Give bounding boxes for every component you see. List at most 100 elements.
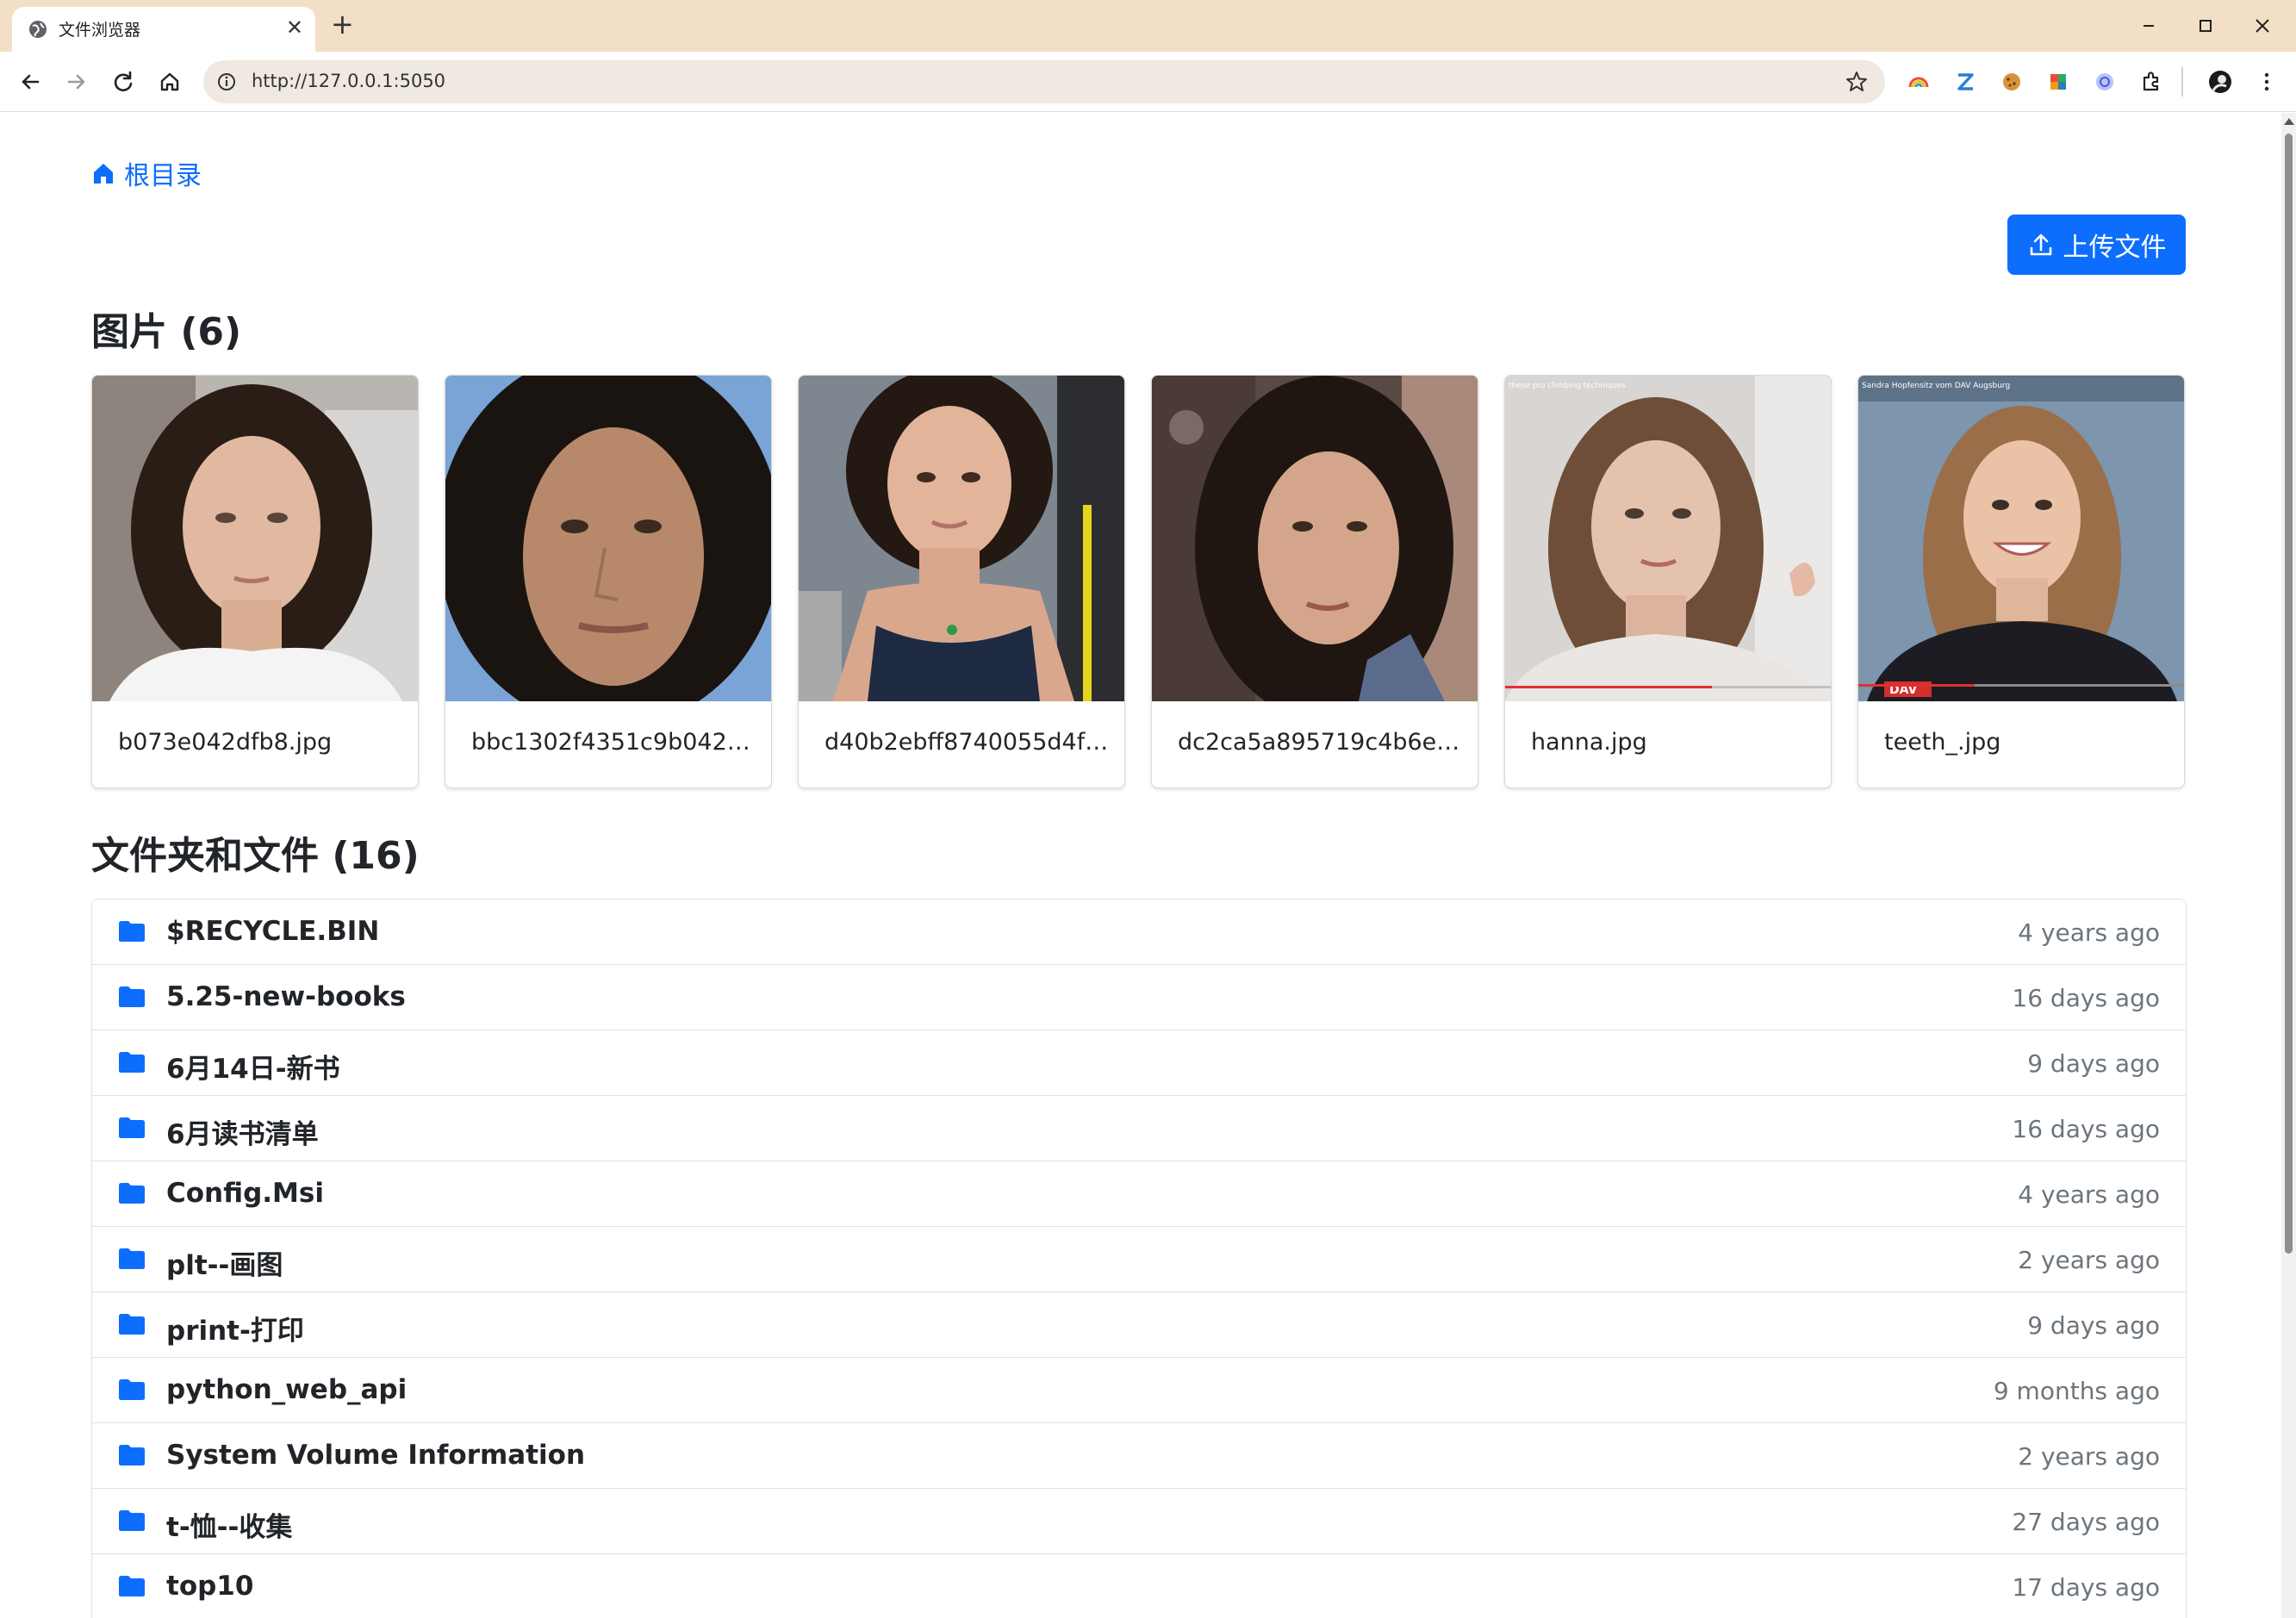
list-item[interactable]: 6月14日-新书 9 days ago — [92, 1030, 2186, 1096]
folder-name[interactable]: plt--画图 — [166, 1243, 283, 1282]
list-item[interactable]: top10 17 days ago — [92, 1554, 2186, 1618]
image-filename[interactable]: hanna.jpg — [1531, 729, 1815, 756]
folder-name[interactable]: python_web_api — [166, 1374, 407, 1405]
list-item[interactable]: 5.25-new-books 16 days ago — [92, 965, 2186, 1030]
upload-button[interactable]: 上传文件 — [2007, 215, 2186, 275]
modified-time: 4 years ago — [2018, 918, 2160, 947]
page-content: 根目录 上传文件 图片 (6) b073e042dfb8.jpg bbc1302… — [0, 113, 2281, 1618]
image-card[interactable]: DAV Sandra Hopfensitz vom DAV Augsburg t… — [1857, 375, 2185, 788]
video-overlay-text: these pro climbing techniques — [1509, 382, 1627, 390]
folder-icon — [119, 1117, 145, 1138]
video-overlay-text: Sandra Hopfensitz vom DAV Augsburg — [1862, 382, 2010, 390]
zotero-extension-icon[interactable] — [1951, 67, 1980, 96]
list-item[interactable]: plt--画图 2 years ago — [92, 1227, 2186, 1292]
color-grid-extension-icon[interactable] — [2044, 67, 2073, 96]
folder-name[interactable]: t-恤--收集 — [166, 1505, 292, 1544]
upload-button-label: 上传文件 — [2063, 233, 2167, 263]
toolbar-divider — [2181, 67, 2183, 96]
folder-icon — [119, 986, 145, 1007]
folder-name[interactable]: 6月14日-新书 — [166, 1047, 340, 1086]
files-section-title: 文件夹和文件 (16) — [91, 834, 420, 878]
image-filename[interactable]: teeth_.jpg — [1884, 729, 2168, 756]
image-card[interactable]: these pro climbing techniques hanna.jpg — [1504, 375, 1832, 788]
images-section-title: 图片 (6) — [91, 310, 242, 354]
folder-name[interactable]: Config.Msi — [166, 1178, 324, 1209]
image-thumbnail[interactable]: these pro climbing techniques — [1505, 376, 1831, 701]
reload-icon[interactable] — [109, 67, 138, 96]
list-item[interactable]: python_web_api 9 months ago — [92, 1358, 2186, 1423]
minimize-icon[interactable] — [2131, 10, 2166, 41]
list-item[interactable]: System Volume Information 2 years ago — [92, 1423, 2186, 1489]
folder-icon — [119, 1379, 145, 1400]
extensions-puzzle-icon[interactable] — [2137, 67, 2166, 96]
folder-icon — [119, 1576, 145, 1596]
modified-time: 17 days ago — [2012, 1573, 2160, 1602]
rainbow-extension-icon[interactable] — [1904, 67, 1933, 96]
bookmark-star-icon[interactable] — [1844, 69, 1870, 95]
home-icon[interactable] — [155, 67, 184, 96]
tab-title: 文件浏览器 — [59, 21, 141, 40]
list-item[interactable]: $RECYCLE.BIN 4 years ago — [92, 899, 2186, 965]
image-card[interactable]: dc2ca5a895719c4b6e8... — [1151, 375, 1478, 788]
modified-time: 2 years ago — [2018, 1442, 2160, 1471]
maximize-icon[interactable] — [2188, 10, 2223, 41]
browser-tab[interactable]: 文件浏览器 ✕ — [12, 7, 315, 52]
modified-time: 9 days ago — [2027, 1311, 2160, 1340]
url-text[interactable]: http://127.0.0.1:5050 — [252, 71, 445, 91]
list-item[interactable]: print-打印 9 days ago — [92, 1292, 2186, 1358]
browser-titlebar: 文件浏览器 ✕ + — [0, 0, 2296, 52]
modified-time: 16 days ago — [2012, 1115, 2160, 1143]
modified-time: 9 days ago — [2027, 1049, 2160, 1078]
modified-time: 16 days ago — [2012, 984, 2160, 1012]
image-card[interactable]: bbc1302f4351c9b0428... — [445, 375, 772, 788]
folder-icon — [119, 1183, 145, 1204]
browser-menu-icon[interactable] — [2252, 67, 2281, 96]
image-thumbnail[interactable] — [92, 376, 418, 701]
home-icon — [94, 164, 113, 184]
folder-icon — [119, 921, 145, 942]
scrollbar-thumb[interactable] — [2285, 134, 2293, 1254]
scroll-up-arrow-icon[interactable] — [2284, 118, 2294, 125]
site-info-icon[interactable] — [212, 67, 241, 96]
tab-close-icon[interactable]: ✕ — [286, 16, 303, 40]
folder-icon — [119, 1510, 145, 1531]
folder-name[interactable]: 6月读书清单 — [166, 1112, 319, 1151]
folder-name[interactable]: 5.25-new-books — [166, 981, 406, 1012]
image-thumbnail[interactable] — [799, 376, 1124, 701]
image-card[interactable]: b073e042dfb8.jpg — [91, 375, 419, 788]
folder-name[interactable]: System Volume Information — [166, 1440, 585, 1471]
back-icon[interactable] — [16, 67, 45, 96]
folder-name[interactable]: top10 — [166, 1571, 253, 1602]
breadcrumb[interactable]: 根目录 — [91, 154, 202, 192]
folder-name[interactable]: print-打印 — [166, 1309, 304, 1347]
image-thumbnail[interactable]: DAV Sandra Hopfensitz vom DAV Augsburg — [1858, 376, 2184, 701]
list-item[interactable]: t-恤--收集 27 days ago — [92, 1489, 2186, 1554]
cookie-extension-icon[interactable] — [1997, 67, 2026, 96]
globe-icon — [29, 21, 47, 38]
image-filename[interactable]: b073e042dfb8.jpg — [118, 729, 402, 756]
image-card[interactable]: d40b2ebff8740055d4f9... — [798, 375, 1125, 788]
folder-icon — [119, 1248, 145, 1269]
address-bar[interactable]: http://127.0.0.1:5050 — [203, 60, 1885, 103]
list-item[interactable]: Config.Msi 4 years ago — [92, 1161, 2186, 1227]
list-item[interactable]: 6月读书清单 16 days ago — [92, 1096, 2186, 1161]
modified-time: 27 days ago — [2012, 1508, 2160, 1536]
folder-icon — [119, 1314, 145, 1335]
profile-avatar-icon[interactable] — [2206, 67, 2235, 96]
forward-icon[interactable] — [62, 67, 91, 96]
image-thumbnail[interactable] — [1152, 376, 1478, 701]
image-filename[interactable]: bbc1302f4351c9b0428... — [471, 729, 756, 756]
close-window-icon[interactable] — [2245, 10, 2280, 41]
image-filename[interactable]: dc2ca5a895719c4b6e8... — [1178, 729, 1462, 756]
upload-icon — [2030, 233, 2051, 256]
browser-toolbar: http://127.0.0.1:5050 — [0, 52, 2296, 112]
modified-time: 9 months ago — [1993, 1377, 2160, 1405]
image-thumbnail[interactable] — [445, 376, 771, 701]
modified-time: 2 years ago — [2018, 1246, 2160, 1274]
vertical-scrollbar[interactable] — [2281, 113, 2296, 1618]
lens-extension-icon[interactable] — [2090, 67, 2119, 96]
folder-name[interactable]: $RECYCLE.BIN — [166, 916, 379, 947]
image-filename[interactable]: d40b2ebff8740055d4f9... — [824, 729, 1109, 756]
new-tab-button[interactable]: + — [331, 10, 354, 38]
breadcrumb-root-link[interactable]: 根目录 — [124, 154, 202, 192]
